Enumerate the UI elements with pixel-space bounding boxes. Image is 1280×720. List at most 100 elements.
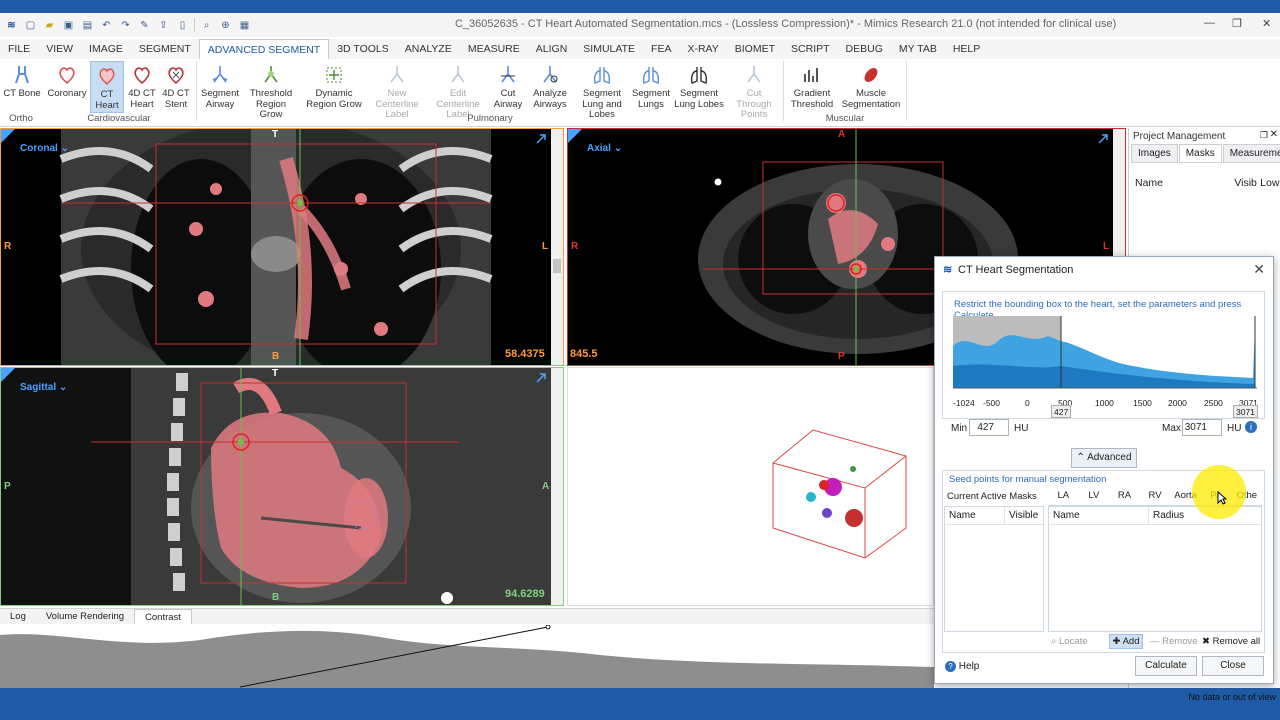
segment-lung-and-lobes-button[interactable]: Segment Lung and Lobes bbox=[572, 61, 632, 120]
coronal-viewport[interactable]: Coronal ⌄ T B R L 58.4375 bbox=[0, 128, 564, 366]
new-centerline-label-button[interactable]: New Centerline Label bbox=[366, 61, 428, 120]
cut-airway-button[interactable]: Cut Airway bbox=[490, 61, 526, 113]
remove-button[interactable]: — Remove bbox=[1150, 636, 1198, 647]
open-folder-icon[interactable]: ▰ bbox=[42, 18, 57, 33]
minimize-icon[interactable]: — bbox=[1204, 17, 1215, 29]
remove-all-button[interactable]: ✖ Remove all bbox=[1202, 636, 1260, 647]
max-marker[interactable]: 3071 bbox=[1233, 405, 1258, 418]
seed-tab-ra[interactable]: RA bbox=[1109, 486, 1140, 506]
corner-marker bbox=[1, 129, 15, 143]
new-file-icon[interactable]: ▢ bbox=[23, 18, 38, 33]
close-window-icon[interactable]: ✕ bbox=[1262, 17, 1271, 30]
min-input[interactable]: 427 bbox=[969, 419, 1009, 436]
menu-simulate[interactable]: SIMULATE bbox=[575, 39, 643, 59]
pin-icon[interactable]: ❐ bbox=[1260, 130, 1268, 141]
contrast-panel[interactable] bbox=[0, 624, 934, 688]
maximize-view-icon[interactable] bbox=[1097, 133, 1109, 145]
segment-airway-button[interactable]: Segment Airway bbox=[200, 61, 240, 113]
analyze-airways-button[interactable]: Analyze Airways bbox=[530, 61, 570, 113]
menu-analyze[interactable]: ANALYZE bbox=[397, 39, 460, 59]
view-label-axial[interactable]: Axial ⌄ bbox=[587, 143, 622, 154]
restore-icon[interactable]: ❐ bbox=[1232, 17, 1242, 30]
maximize-view-icon[interactable] bbox=[535, 372, 547, 384]
menu-x-ray[interactable]: X-RAY bbox=[679, 39, 726, 59]
locate-button[interactable]: ⌕ Locate bbox=[1051, 636, 1088, 647]
dialog-close-icon[interactable]: ✕ bbox=[1253, 261, 1265, 278]
save-icon[interactable]: ▣ bbox=[61, 18, 76, 33]
menu-file[interactable]: FILE bbox=[0, 39, 38, 59]
project-tab-measurements[interactable]: Measurements bbox=[1222, 144, 1280, 163]
app-logo-icon[interactable]: ≋ bbox=[4, 18, 19, 33]
segment-lungs-button[interactable]: Segment Lungs bbox=[632, 61, 670, 113]
ct-heart-button[interactable]: CT Heart bbox=[90, 61, 124, 113]
max-input[interactable]: 3071 bbox=[1182, 419, 1222, 436]
active-masks-table[interactable]: Name Visible bbox=[944, 506, 1044, 632]
menu-script[interactable]: SCRIPT bbox=[783, 39, 838, 59]
histogram-tick: 1500 bbox=[1133, 398, 1152, 408]
histogram-tick: -500 bbox=[983, 398, 1001, 408]
seed-tab-la[interactable]: LA bbox=[1048, 486, 1079, 506]
sagittal-viewport[interactable]: Sagittal ⌄ T B P A 94.6289 bbox=[0, 367, 564, 606]
muscle-segmentation-button[interactable]: Muscle Segmentation bbox=[840, 61, 902, 113]
zoom-in-icon[interactable]: ⊕ bbox=[218, 18, 233, 33]
menu-my-tab[interactable]: MY TAB bbox=[891, 39, 945, 59]
add-button[interactable]: ✚ Add bbox=[1109, 634, 1143, 649]
coronary-button[interactable]: Coronary bbox=[46, 61, 88, 113]
export-icon[interactable]: ⇪ bbox=[156, 18, 171, 33]
sagittal-scrollbar[interactable] bbox=[551, 368, 563, 605]
ct-bone-button[interactable]: CT Bone bbox=[2, 61, 42, 113]
seed-table[interactable]: Name Radius bbox=[1048, 506, 1262, 632]
advanced-button[interactable]: ⌃ Advanced bbox=[1071, 448, 1137, 468]
project-col-2[interactable]: Low bbox=[1260, 177, 1280, 189]
calculate-button[interactable]: Calculate bbox=[1135, 656, 1197, 676]
save-as-icon[interactable]: ▤ bbox=[80, 18, 95, 33]
help-link[interactable]: ? Help bbox=[945, 661, 979, 672]
info-icon[interactable]: i bbox=[1245, 421, 1257, 433]
undo-icon[interactable]: ↶ bbox=[99, 18, 114, 33]
redo-icon[interactable]: ↷ bbox=[118, 18, 133, 33]
menu-segment[interactable]: SEGMENT bbox=[131, 39, 199, 59]
zoom-icon[interactable]: ⌕ bbox=[199, 18, 214, 33]
close-panel-icon[interactable]: ✕ bbox=[1270, 129, 1278, 140]
maximize-view-icon[interactable] bbox=[535, 133, 547, 145]
menu-3d-tools[interactable]: 3D TOOLS bbox=[329, 39, 397, 59]
menu-view[interactable]: VIEW bbox=[38, 39, 81, 59]
dynamic-region-grow-button[interactable]: Dynamic Region Grow bbox=[302, 61, 366, 113]
view-label-coronal[interactable]: Coronal ⌄ bbox=[20, 143, 69, 154]
seed-tab-lv[interactable]: LV bbox=[1078, 486, 1110, 506]
project-tab-images[interactable]: Images bbox=[1131, 144, 1178, 163]
page-icon[interactable]: ▯ bbox=[175, 18, 190, 33]
menu-measure[interactable]: MEASURE bbox=[460, 39, 528, 59]
tool-icon[interactable]: ✎ bbox=[137, 18, 152, 33]
menu-advanced-segment[interactable]: ADVANCED SEGMENT bbox=[198, 39, 330, 59]
4d-ct-stent-button[interactable]: 4D CT Stent bbox=[160, 61, 192, 113]
project-tab-masks[interactable]: Masks bbox=[1178, 144, 1222, 163]
close-button[interactable]: Close bbox=[1202, 656, 1264, 676]
gradient-threshold-button[interactable]: Gradient Threshold bbox=[787, 61, 837, 113]
remove-label: Remove bbox=[1162, 636, 1198, 647]
project-col-0[interactable]: Name bbox=[1135, 177, 1234, 189]
coronal-scrollbar[interactable] bbox=[551, 129, 563, 365]
cut-through-points-button[interactable]: Cut Through Points bbox=[728, 61, 780, 120]
4d-ct-heart-button[interactable]: 4D CT Heart bbox=[126, 61, 158, 113]
project-col-1[interactable]: Visib bbox=[1234, 177, 1260, 189]
menu-align[interactable]: ALIGN bbox=[528, 39, 576, 59]
menu-fea[interactable]: FEA bbox=[643, 39, 679, 59]
scroll-thumb[interactable] bbox=[553, 259, 561, 273]
menu-image[interactable]: IMAGE bbox=[81, 39, 131, 59]
edit-centerline-label-button[interactable]: Edit Centerline Label bbox=[428, 61, 488, 120]
tab-volume-rendering[interactable]: Volume Rendering bbox=[36, 609, 134, 624]
menu-debug[interactable]: DEBUG bbox=[838, 39, 891, 59]
min-marker[interactable]: 427 bbox=[1051, 405, 1072, 418]
threshold-histogram[interactable] bbox=[953, 316, 1258, 394]
tab-log[interactable]: Log bbox=[0, 609, 36, 624]
segment-lung-lobes-button[interactable]: Segment Lung Lobes bbox=[670, 61, 728, 113]
tab-contrast[interactable]: Contrast bbox=[134, 609, 192, 624]
3d-viewport[interactable] bbox=[567, 367, 934, 606]
threshold-region-grow-button[interactable]: Threshold Region Grow bbox=[244, 61, 298, 120]
view-icon[interactable]: ▦ bbox=[237, 18, 252, 33]
menu-biomet[interactable]: BIOMET bbox=[727, 39, 783, 59]
seed-tab-rv[interactable]: RV bbox=[1139, 486, 1171, 506]
view-label-sagittal[interactable]: Sagittal ⌄ bbox=[20, 382, 67, 393]
menu-help[interactable]: HELP bbox=[945, 39, 988, 59]
